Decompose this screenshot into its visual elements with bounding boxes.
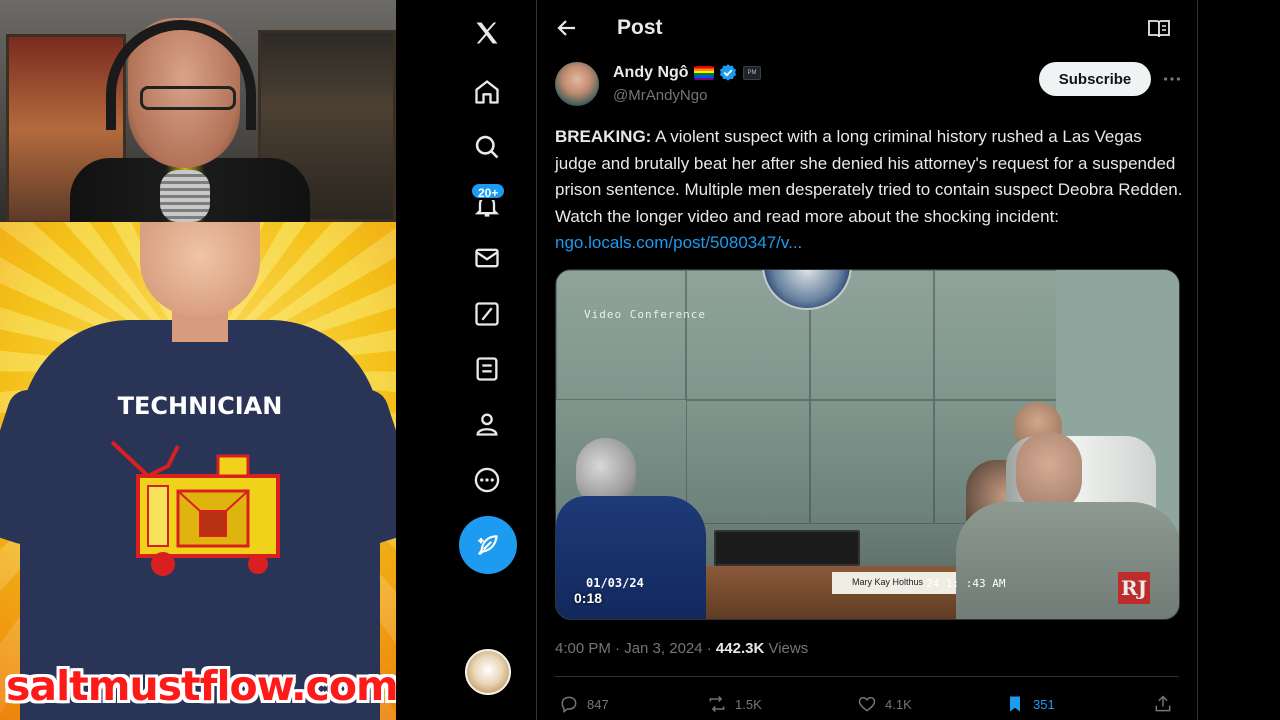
webcam-feed <box>0 0 396 222</box>
lists-glyph <box>476 357 498 381</box>
home-glyph <box>475 80 499 104</box>
feather-pen-icon <box>478 535 498 555</box>
headphones <box>106 20 256 130</box>
video-duration: 0:18 <box>574 590 603 606</box>
site-url-banner: saltmustflow.com <box>6 662 396 710</box>
more-options-icon[interactable] <box>1161 68 1183 90</box>
reader-mode-icon[interactable] <box>1147 18 1171 40</box>
video-date-stamp: 01/03/24 <box>586 576 644 590</box>
author-avatar[interactable] <box>555 62 599 106</box>
wall-tile <box>810 400 934 524</box>
merch-promo: TECHNICIAN saltmustflow.com <box>0 222 396 720</box>
court-monitor <box>714 530 860 566</box>
search-glyph <box>475 135 499 159</box>
x-logo-glyph <box>476 22 498 44</box>
grok-slash-icon[interactable] <box>466 293 508 335</box>
bookmark-icon <box>1010 696 1020 712</box>
account-avatar[interactable] <box>465 649 511 695</box>
video-conference-label: Video Conference <box>584 308 706 321</box>
person-glyph <box>476 413 498 436</box>
bookmark-button[interactable]: 351 <box>1005 694 1055 714</box>
streamer-overlay: TECHNICIAN saltmustflow.com <box>0 0 396 720</box>
share-button[interactable] <box>1153 694 1181 714</box>
like-button[interactable]: 4.1K <box>857 694 912 714</box>
model-head <box>140 222 260 316</box>
bailiff-head <box>1016 432 1082 512</box>
repost-count: 1.5K <box>735 696 762 712</box>
notifications-badge: 20+ <box>470 182 507 200</box>
author-name[interactable]: Andy Ngô <box>613 64 689 82</box>
profile-person-icon[interactable] <box>466 403 508 445</box>
shirt-print-text: TECHNICIAN <box>117 392 283 420</box>
rj-watermark-logo: RJ <box>1118 572 1150 604</box>
more-circle-glyph <box>474 467 500 493</box>
messages-mail-icon[interactable] <box>466 237 508 279</box>
home-icon[interactable] <box>466 71 508 113</box>
repost-button[interactable]: 1.5K <box>707 694 762 714</box>
verified-badge-icon[interactable] <box>718 63 738 83</box>
tweet-link[interactable]: ngo.locals.com/post/5080347/v... <box>555 233 802 252</box>
tweet-timestamp[interactable]: 4:00 PM · Jan 3, 2024 · <box>555 640 716 657</box>
like-count: 4.1K <box>885 696 912 712</box>
divider <box>555 676 1179 677</box>
views-label: Views <box>764 640 809 657</box>
tweet-body: BREAKING: A violent suspect with a long … <box>555 124 1185 257</box>
x-logo-icon[interactable] <box>466 12 508 54</box>
lists-icon[interactable] <box>466 348 508 390</box>
author-handle[interactable]: @MrAndyNgo <box>613 87 707 104</box>
microphone <box>160 170 210 222</box>
bookmark-count: 351 <box>1033 696 1055 712</box>
mail-glyph <box>475 248 499 268</box>
tweet-lead: BREAKING: <box>555 127 652 146</box>
wall-tile <box>934 270 1058 400</box>
affiliate-badge[interactable]: PM <box>743 66 761 80</box>
more-circle-icon[interactable] <box>466 459 508 501</box>
glasses <box>140 86 236 110</box>
video-clock-stamp: 24 1: :43 AM <box>926 577 1006 590</box>
tweet-meta: 4:00 PM · Jan 3, 2024 · 442.3K Views <box>555 640 808 657</box>
views-count: 442.3K <box>715 640 765 657</box>
subscribe-button[interactable]: Subscribe <box>1039 62 1151 96</box>
post-column: Post Andy Ngô PM @MrAndyNgo Subscribe BR… <box>536 0 1198 720</box>
heart-icon <box>858 696 876 712</box>
wood-chipper-graphic <box>110 440 280 576</box>
page-title: Post <box>617 16 663 39</box>
grok-glyph <box>475 302 499 326</box>
share-upload-icon <box>1155 695 1171 712</box>
reply-button[interactable]: 847 <box>559 694 609 714</box>
search-icon[interactable] <box>466 126 508 168</box>
repost-icon <box>709 695 725 713</box>
reply-bubble-icon <box>561 696 577 713</box>
compose-post-button[interactable] <box>459 516 517 574</box>
wall-tile <box>556 270 686 400</box>
right-gutter <box>1198 0 1280 720</box>
back-arrow-icon[interactable] <box>555 16 579 40</box>
video-player[interactable]: Video Conference Mary Kay Holthus 01/03/… <box>555 269 1180 620</box>
reply-count: 847 <box>587 696 609 712</box>
pride-flag-emoji <box>694 66 714 80</box>
post-header: Post <box>537 0 1197 58</box>
